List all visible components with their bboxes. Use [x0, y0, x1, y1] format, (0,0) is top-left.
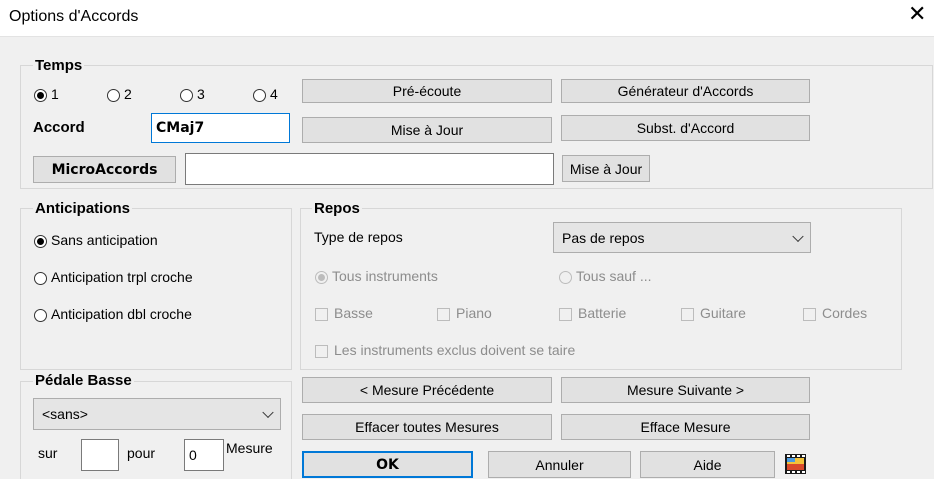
sur-input[interactable]: [81, 439, 119, 471]
mesure-label: Mesure: [226, 440, 273, 456]
temps-radio-4-label: 4: [270, 86, 278, 102]
mise-a-jour-button[interactable]: Mise à Jour: [302, 117, 552, 143]
basse-label: Basse: [334, 305, 373, 321]
effacer-toutes-mesures-button[interactable]: Effacer toutes Mesures: [302, 414, 552, 440]
generateur-accords-button[interactable]: Générateur d'Accords: [561, 79, 810, 103]
piano-checkbox[interactable]: [437, 308, 450, 321]
tous-sauf-radio[interactable]: [559, 271, 572, 284]
sans-anticipation-label: Sans anticipation: [51, 232, 158, 248]
temps-radio-3[interactable]: [180, 89, 193, 102]
piano-label: Piano: [456, 305, 492, 321]
temps-radio-3-label: 3: [197, 86, 205, 102]
anticipation-dbl-label: Anticipation dbl croche: [51, 306, 192, 322]
microaccords-input[interactable]: [185, 153, 554, 185]
pedale-basse-group: [20, 381, 292, 479]
mesure-suivante-button[interactable]: Mesure Suivante >: [561, 377, 810, 403]
pedale-basse-value: <sans>: [42, 406, 88, 422]
pour-input[interactable]: 0: [184, 439, 224, 471]
accord-input[interactable]: CMaj7: [151, 113, 290, 143]
batterie-label: Batterie: [578, 305, 627, 321]
mesure-precedente-button[interactable]: < Mesure Précédente: [302, 377, 552, 403]
exclus-checkbox[interactable]: [315, 345, 328, 358]
pour-label: pour: [127, 445, 156, 461]
temps-radio-2-label: 2: [124, 86, 132, 102]
tous-instruments-radio[interactable]: [315, 271, 328, 284]
close-icon[interactable]: ✕: [908, 3, 926, 25]
basse-checkbox[interactable]: [315, 308, 328, 321]
subst-accord-button[interactable]: Subst. d'Accord: [561, 115, 810, 141]
temps-radio-1-label: 1: [51, 86, 59, 102]
type-repos-select[interactable]: Pas de repos: [553, 222, 811, 253]
aide-button[interactable]: Aide: [640, 451, 775, 478]
microaccords-button[interactable]: MicroAccords: [33, 156, 176, 183]
anticipation-dbl-radio[interactable]: [34, 309, 47, 322]
cordes-label: Cordes: [822, 305, 868, 321]
tous-sauf-label: Tous sauf ...: [576, 268, 652, 284]
temps-radio-1[interactable]: [34, 89, 47, 102]
chevron-down-icon: [262, 406, 274, 419]
cordes-checkbox[interactable]: [803, 308, 816, 321]
window-title: Options d'Accords: [9, 8, 139, 25]
title-bar: [0, 0, 934, 36]
repos-title: Repos: [312, 200, 362, 217]
efface-mesure-button[interactable]: Efface Mesure: [561, 414, 810, 440]
pedale-basse-select[interactable]: <sans>: [33, 398, 281, 430]
temps-radio-4[interactable]: [253, 89, 266, 102]
temps-radio-2[interactable]: [107, 89, 120, 102]
sans-anticipation-radio[interactable]: [34, 235, 47, 248]
annuler-button[interactable]: Annuler: [488, 451, 631, 478]
type-repos-value: Pas de repos: [562, 229, 645, 246]
anticipations-title: Anticipations: [33, 200, 133, 217]
ok-button[interactable]: OK: [302, 451, 473, 478]
anticipation-trpl-radio[interactable]: [34, 272, 47, 285]
chevron-down-icon: [792, 230, 804, 242]
exclus-label: Les instruments exclus doivent se taire: [334, 342, 576, 358]
batterie-checkbox[interactable]: [559, 308, 572, 321]
temps-title: Temps: [33, 57, 85, 74]
anticipation-trpl-label: Anticipation trpl croche: [51, 269, 193, 285]
film-strip-icon[interactable]: [785, 454, 806, 474]
sur-label: sur: [38, 445, 58, 461]
guitare-label: Guitare: [700, 305, 746, 321]
accord-label: Accord: [33, 119, 85, 136]
preecoute-button[interactable]: Pré-écoute: [302, 79, 552, 103]
micro-mise-a-jour-button[interactable]: Mise à Jour: [562, 155, 650, 182]
pedale-basse-title: Pédale Basse: [33, 372, 134, 389]
tous-instruments-label: Tous instruments: [332, 268, 438, 284]
guitare-checkbox[interactable]: [681, 308, 694, 321]
type-repos-label: Type de repos: [314, 229, 403, 245]
